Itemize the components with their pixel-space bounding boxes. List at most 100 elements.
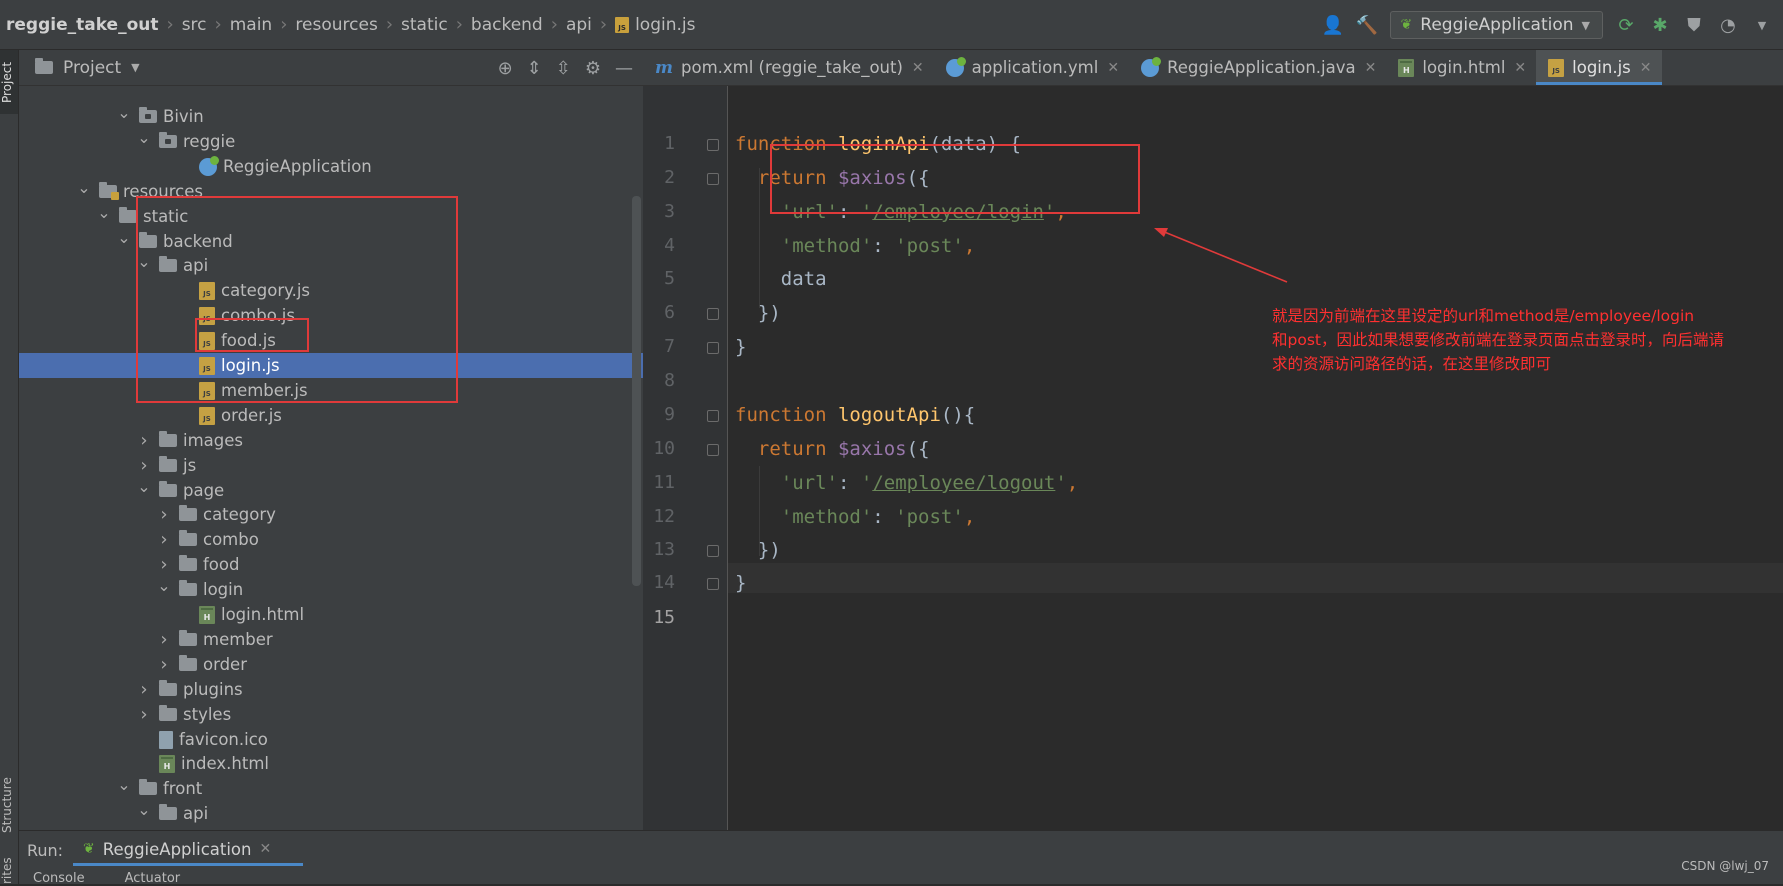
chevron-right-icon[interactable]: › bbox=[155, 654, 173, 675]
chevron-down-icon[interactable]: ▼ bbox=[131, 61, 139, 74]
tree-item-reggie[interactable]: ⌄ reggie bbox=[19, 128, 643, 154]
tree-item-styles[interactable]: › styles bbox=[19, 702, 643, 727]
breadcrumb-item-resources[interactable]: resources bbox=[295, 15, 377, 35]
expand-all-icon[interactable]: ⇕ bbox=[527, 58, 542, 79]
project-view-selector[interactable]: Project bbox=[63, 58, 121, 78]
code-line-2[interactable]: return $axios({ bbox=[735, 163, 930, 193]
build-hammer-icon[interactable]: 🔨 bbox=[1356, 15, 1378, 36]
fold-marker-icon[interactable] bbox=[707, 342, 719, 354]
tree-item-category-js[interactable]: ›JScategory.js bbox=[19, 278, 643, 303]
chevron-down-icon[interactable]: ⌄ bbox=[155, 576, 173, 595]
chevron-right-icon[interactable]: › bbox=[135, 679, 153, 700]
editor-tab-login-js[interactable]: JS login.js ✕ bbox=[1536, 50, 1662, 85]
editor-tab-pom-xml-reggie-take-out[interactable]: m pom.xml (reggie_take_out) ✕ bbox=[643, 50, 934, 85]
tree-item-login[interactable]: ⌄ login bbox=[19, 576, 643, 602]
breadcrumb-item-project[interactable]: reggie_take_out bbox=[6, 15, 159, 35]
close-icon[interactable]: ✕ bbox=[1107, 60, 1119, 76]
fold-marker-icon[interactable] bbox=[707, 444, 719, 456]
close-icon[interactable]: ✕ bbox=[259, 841, 271, 857]
code-line-5[interactable]: data bbox=[735, 264, 827, 294]
tree-item-member-js[interactable]: ›JSmember.js bbox=[19, 378, 643, 403]
tree-item-js[interactable]: › js bbox=[19, 453, 643, 478]
code-line-12[interactable]: 'method': 'post', bbox=[735, 502, 976, 532]
project-scrollbar[interactable] bbox=[632, 196, 641, 586]
tree-item-index-html[interactable]: ›Hindex.html bbox=[19, 751, 643, 776]
code-line-9[interactable]: function logoutApi(){ bbox=[735, 400, 975, 430]
user-icon[interactable]: 👤 bbox=[1322, 15, 1344, 36]
tree-item-combo-js[interactable]: ›JScombo.js bbox=[19, 303, 643, 328]
tree-item-api[interactable]: ⌄ api bbox=[19, 800, 643, 826]
tree-item-favicon-ico[interactable]: ›favicon.ico bbox=[19, 727, 643, 752]
locate-target-icon[interactable]: ⊕ bbox=[498, 58, 513, 79]
tree-item-login-html[interactable]: ›Hlogin.html bbox=[19, 602, 643, 627]
url-path[interactable]: /employee/logout bbox=[872, 472, 1055, 494]
code-line-3[interactable]: 'url': '/employee/login', bbox=[735, 197, 1067, 227]
fold-marker-icon[interactable] bbox=[707, 410, 719, 422]
chevron-down-icon[interactable]: ⌄ bbox=[115, 775, 133, 794]
chevron-down-icon[interactable]: ⌄ bbox=[115, 228, 133, 247]
chevron-down-icon[interactable]: ⌄ bbox=[75, 178, 93, 197]
breadcrumb-item-static[interactable]: static bbox=[401, 15, 448, 35]
breadcrumb-item-api[interactable]: api bbox=[566, 15, 592, 35]
fold-marker-icon[interactable] bbox=[707, 578, 719, 590]
fold-marker-icon[interactable] bbox=[707, 308, 719, 320]
code-line-6[interactable]: }) bbox=[735, 298, 781, 328]
fold-marker-icon[interactable] bbox=[707, 139, 719, 151]
chevron-down-icon[interactable]: ⌄ bbox=[115, 103, 133, 122]
tree-item-plugins[interactable]: › plugins bbox=[19, 677, 643, 702]
chevron-down-icon[interactable]: ⌄ bbox=[135, 252, 153, 271]
debug-bug-icon[interactable]: ✱ bbox=[1649, 15, 1671, 36]
minimize-icon[interactable]: — bbox=[615, 58, 633, 79]
breadcrumb-item-file[interactable]: login.js bbox=[635, 15, 695, 35]
code-line-11[interactable]: 'url': '/employee/logout', bbox=[735, 468, 1078, 498]
breadcrumb-item-src[interactable]: src bbox=[182, 15, 207, 35]
chevron-right-icon[interactable]: › bbox=[135, 430, 153, 451]
code-line-7[interactable]: } bbox=[735, 332, 746, 362]
chevron-right-icon[interactable]: › bbox=[135, 455, 153, 476]
tree-item-reggieapplication[interactable]: ›ReggieApplication bbox=[19, 154, 643, 179]
gear-icon[interactable]: ⚙ bbox=[585, 58, 601, 79]
tree-item-member[interactable]: › member bbox=[19, 627, 643, 652]
chevron-right-icon[interactable]: › bbox=[155, 529, 173, 550]
tree-item-front[interactable]: ⌄ front bbox=[19, 775, 643, 801]
chevron-down-icon[interactable]: ⌄ bbox=[135, 477, 153, 496]
profiler-icon[interactable]: ◔ bbox=[1717, 15, 1739, 36]
close-icon[interactable]: ✕ bbox=[1640, 60, 1652, 76]
tree-item-backend[interactable]: ⌄ backend bbox=[19, 228, 643, 254]
fold-marker-icon[interactable] bbox=[707, 545, 719, 557]
chevron-right-icon[interactable]: › bbox=[155, 554, 173, 575]
chevron-right-icon[interactable]: › bbox=[155, 504, 173, 525]
chevron-down-icon[interactable]: ▼ bbox=[1751, 19, 1773, 32]
structure-tool-window-button[interactable]: Structure bbox=[0, 750, 18, 860]
code-line-1[interactable]: function loginApi(data) { bbox=[735, 129, 1021, 159]
collapse-all-icon[interactable]: ⇳ bbox=[556, 58, 571, 79]
fold-marker-icon[interactable] bbox=[707, 173, 719, 185]
close-icon[interactable]: ✕ bbox=[1365, 60, 1377, 76]
url-path[interactable]: /employee/login bbox=[872, 201, 1044, 223]
close-icon[interactable]: ✕ bbox=[912, 60, 924, 76]
tree-item-images[interactable]: › images bbox=[19, 428, 643, 453]
tree-item-resources[interactable]: ⌄ resources bbox=[19, 178, 643, 204]
tree-item-static[interactable]: ⌄ static bbox=[19, 203, 643, 229]
tree-item-api[interactable]: ⌄ api bbox=[19, 252, 643, 278]
chevron-down-icon[interactable]: ⌄ bbox=[95, 203, 113, 222]
tree-item-page[interactable]: ⌄ page bbox=[19, 477, 643, 503]
editor-tab-application-yml[interactable]: application.yml ✕ bbox=[934, 50, 1129, 85]
breadcrumb-item-backend[interactable]: backend bbox=[471, 15, 543, 35]
chevron-right-icon[interactable]: › bbox=[155, 629, 173, 650]
tree-item-food[interactable]: › food bbox=[19, 552, 643, 577]
tree-item-bivin[interactable]: ⌄ Bivin bbox=[19, 103, 643, 129]
run-tab[interactable]: ❦ ReggieApplication ✕ bbox=[83, 831, 271, 867]
tree-item-food-js[interactable]: ›JSfood.js bbox=[19, 328, 643, 353]
breadcrumb-item-main[interactable]: main bbox=[230, 15, 272, 35]
tree-item-order[interactable]: › order bbox=[19, 652, 643, 677]
code-line-13[interactable]: }) bbox=[735, 535, 781, 565]
tree-item-combo[interactable]: › combo bbox=[19, 527, 643, 552]
code-line-4[interactable]: 'method': 'post', bbox=[735, 231, 976, 261]
code-line-14[interactable]: } bbox=[735, 568, 746, 598]
close-icon[interactable]: ✕ bbox=[1514, 60, 1526, 76]
run-configuration-select[interactable]: ❦ ReggieApplication ▼ bbox=[1389, 11, 1603, 39]
rerun-icon[interactable]: ⟳ bbox=[1615, 15, 1637, 36]
tree-item-category[interactable]: › category bbox=[19, 502, 643, 527]
tree-item-login-js[interactable]: ›JSlogin.js bbox=[19, 353, 643, 378]
